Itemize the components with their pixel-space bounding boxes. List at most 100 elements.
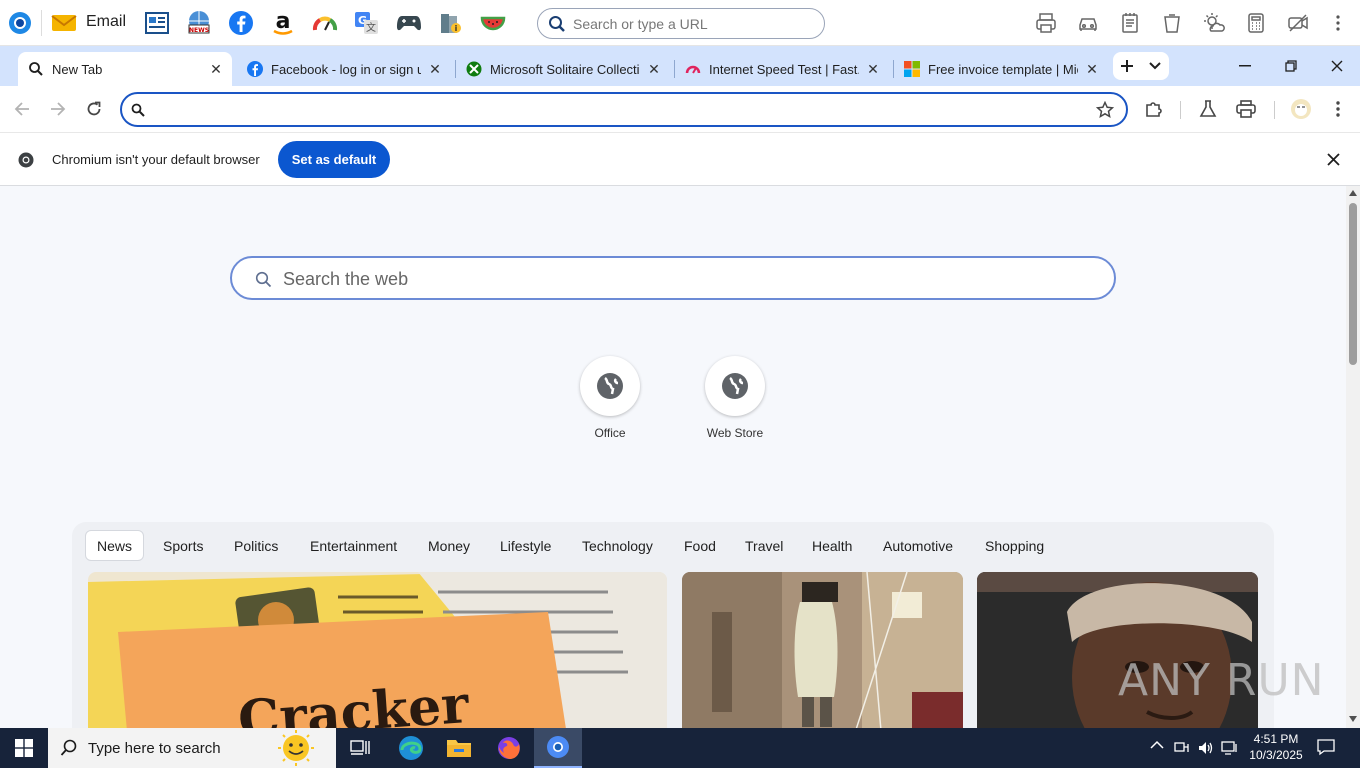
weather-dashboard-icon[interactable] bbox=[143, 9, 171, 37]
category-food[interactable]: Food bbox=[684, 530, 716, 561]
extensions-puzzle-icon[interactable] bbox=[1143, 98, 1165, 120]
task-view-icon[interactable] bbox=[336, 728, 384, 768]
page-scrollbar[interactable] bbox=[1346, 186, 1360, 728]
firefox-icon[interactable] bbox=[485, 728, 533, 768]
news-card-hallway[interactable] bbox=[682, 572, 963, 728]
svg-text:a: a bbox=[276, 10, 291, 34]
shortcut-tile[interactable] bbox=[580, 356, 640, 416]
bookmark-star-icon[interactable] bbox=[1096, 101, 1114, 119]
tab-close-icon[interactable]: ✕ bbox=[427, 61, 443, 77]
category-news[interactable]: News bbox=[85, 530, 145, 561]
category-lifestyle[interactable]: Lifestyle bbox=[500, 530, 551, 561]
notifications-icon[interactable] bbox=[1316, 738, 1338, 758]
shortcut-label: Office bbox=[594, 426, 626, 440]
print-icon[interactable] bbox=[1235, 98, 1257, 120]
search-icon bbox=[60, 739, 77, 756]
tab-search-chevron-down-icon[interactable] bbox=[1145, 56, 1165, 76]
email-link[interactable]: Email bbox=[86, 13, 126, 31]
car-icon[interactable] bbox=[1075, 10, 1101, 36]
file-explorer-icon[interactable] bbox=[435, 728, 483, 768]
category-politics[interactable]: Politics bbox=[234, 530, 278, 561]
tab-fast-com[interactable]: Internet Speed Test | Fast.com ✕ bbox=[675, 52, 889, 86]
divider bbox=[1180, 101, 1181, 119]
taskbar-search-box[interactable]: Type here to search bbox=[48, 728, 336, 768]
web-search-box[interactable]: Search the web bbox=[230, 256, 1116, 300]
category-automotive[interactable]: Automotive bbox=[883, 530, 953, 561]
scroll-down-arrow-icon[interactable] bbox=[1349, 716, 1357, 722]
set-as-default-button[interactable]: Set as default bbox=[278, 141, 390, 178]
gamepad-icon[interactable] bbox=[395, 9, 423, 37]
category-technology[interactable]: Technology bbox=[582, 530, 653, 561]
display-icon[interactable] bbox=[1221, 740, 1239, 756]
tab-new-tab[interactable]: New Tab ✕ bbox=[18, 52, 232, 86]
amazon-icon[interactable]: a bbox=[269, 9, 297, 37]
facebook-icon[interactable] bbox=[227, 9, 255, 37]
reload-icon[interactable] bbox=[83, 98, 105, 120]
volume-icon[interactable] bbox=[1197, 740, 1215, 756]
labs-flask-icon[interactable] bbox=[1197, 98, 1219, 120]
svg-text:i: i bbox=[455, 24, 458, 33]
tab-close-icon[interactable]: ✕ bbox=[1084, 61, 1100, 77]
weather-sun-cloud-icon[interactable] bbox=[1201, 10, 1227, 36]
books-icon[interactable]: i bbox=[437, 9, 465, 37]
category-shopping[interactable]: Shopping bbox=[985, 530, 1044, 561]
scroll-up-arrow-icon[interactable] bbox=[1349, 190, 1357, 196]
tab-close-icon[interactable]: ✕ bbox=[865, 61, 881, 77]
printer-icon[interactable] bbox=[1033, 10, 1059, 36]
speedometer-icon[interactable] bbox=[311, 9, 339, 37]
shortcut-tile[interactable] bbox=[705, 356, 765, 416]
tab-invoice-template[interactable]: Free invoice template | Microsoft ✕ bbox=[894, 52, 1108, 86]
tab-solitaire[interactable]: Microsoft Solitaire Collection ✕ bbox=[456, 52, 670, 86]
shortcut-office[interactable]: Office bbox=[580, 356, 640, 440]
launcher-more-icon[interactable] bbox=[1325, 10, 1351, 36]
watermelon-icon[interactable] bbox=[479, 9, 507, 37]
svg-text:NEWS: NEWS bbox=[189, 27, 209, 34]
translate-icon[interactable]: G文 bbox=[353, 9, 381, 37]
clock-date: 10/3/2025 bbox=[1249, 748, 1303, 762]
category-entertainment[interactable]: Entertainment bbox=[310, 530, 397, 561]
restore-window-icon[interactable] bbox=[1280, 56, 1302, 76]
network-icon[interactable] bbox=[1174, 740, 1192, 756]
video-off-icon[interactable] bbox=[1285, 10, 1311, 36]
tab-title: Internet Speed Test | Fast.com bbox=[709, 61, 859, 77]
category-sports[interactable]: Sports bbox=[163, 530, 203, 561]
shortcut-web-store[interactable]: Web Store bbox=[705, 356, 765, 440]
divider bbox=[41, 10, 42, 36]
news-feed: News Sports Politics Entertainment Money… bbox=[72, 522, 1274, 728]
profile-avatar[interactable] bbox=[1290, 98, 1312, 120]
news-card-image bbox=[682, 572, 963, 728]
recycle-bin-icon[interactable] bbox=[1159, 10, 1185, 36]
scrollbar-thumb[interactable] bbox=[1349, 203, 1357, 365]
show-hidden-icons-chevron-up-icon[interactable] bbox=[1150, 740, 1166, 756]
facebook-icon bbox=[247, 61, 263, 77]
new-tab-plus-icon[interactable] bbox=[1117, 56, 1137, 76]
tab-facebook[interactable]: Facebook - log in or sign up ✕ bbox=[237, 52, 451, 86]
category-travel[interactable]: Travel bbox=[745, 530, 783, 561]
search-icon bbox=[549, 16, 565, 32]
news-globe-icon[interactable]: NEWS bbox=[185, 9, 213, 37]
address-bar[interactable] bbox=[120, 92, 1128, 127]
windows-start-icon[interactable] bbox=[0, 728, 48, 768]
infobar-close-icon[interactable] bbox=[1327, 153, 1340, 166]
svg-text:文: 文 bbox=[366, 21, 376, 34]
close-window-icon[interactable] bbox=[1326, 56, 1348, 76]
email-icon[interactable] bbox=[50, 9, 78, 37]
tab-close-icon[interactable]: ✕ bbox=[208, 61, 224, 77]
back-arrow-icon[interactable] bbox=[11, 98, 33, 120]
browser-menu-icon[interactable] bbox=[1327, 98, 1349, 120]
windows-taskbar: Type here to search 4:51 PM 10/3/2025 bbox=[0, 728, 1360, 768]
taskbar-clock[interactable]: 4:51 PM 10/3/2025 bbox=[1240, 731, 1312, 763]
launcher-search-box[interactable]: Search or type a URL bbox=[537, 8, 825, 39]
tab-close-icon[interactable]: ✕ bbox=[646, 61, 662, 77]
news-card-cracker-barrel[interactable]: Cracker bbox=[88, 572, 667, 728]
minimize-window-icon[interactable] bbox=[1234, 56, 1256, 76]
edge-browser-icon[interactable] bbox=[387, 728, 435, 768]
tab-title: New Tab bbox=[52, 61, 103, 77]
category-money[interactable]: Money bbox=[428, 530, 470, 561]
category-health[interactable]: Health bbox=[812, 530, 852, 561]
notepad-icon[interactable] bbox=[1117, 10, 1143, 36]
chromium-taskbar-icon[interactable] bbox=[534, 728, 582, 768]
calculator-icon[interactable] bbox=[1243, 10, 1269, 36]
forward-arrow-icon[interactable] bbox=[47, 98, 69, 120]
browser-logo-icon[interactable] bbox=[6, 9, 34, 37]
